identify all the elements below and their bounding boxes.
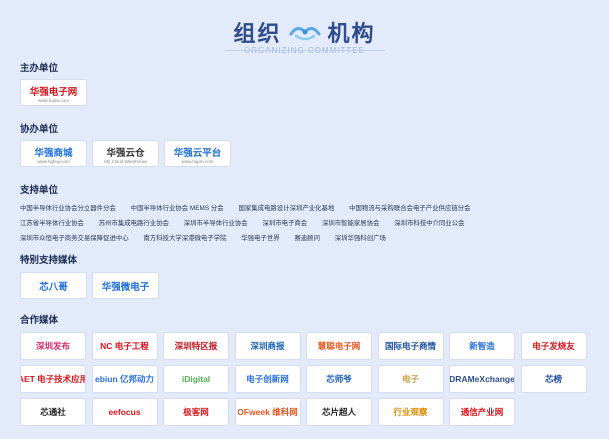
media-logo[interactable]: 新智造 bbox=[449, 332, 515, 360]
section-title-co-host: 协办单位 bbox=[20, 124, 59, 135]
media-logo[interactable]: iDigital bbox=[163, 365, 229, 393]
media-logo[interactable]: 电子创新网 bbox=[234, 365, 301, 393]
section-title-support: 支持单位 bbox=[20, 185, 59, 196]
media-logo[interactable]: 深圳商报 bbox=[234, 332, 301, 360]
logo-text: OFweek 维科网 bbox=[237, 407, 298, 417]
logo-text: 芯榜 bbox=[544, 374, 562, 384]
logo-text: 国际电子商情 bbox=[384, 341, 436, 351]
media-logo[interactable]: 电子发烧友 bbox=[520, 332, 587, 360]
media-logo[interactable]: eefocus bbox=[91, 398, 158, 426]
page-header: 组织 机构 ORGANIZING COMMITTEE bbox=[0, 14, 609, 55]
support-unit: 华强电子世界 bbox=[241, 235, 280, 242]
support-row-3: 深圳市众恒电子商务交易保障促进中心 南方科技大学深港微电子学院 华强电子世界 赛… bbox=[20, 233, 600, 242]
media-logo[interactable]: NC 电子工程 bbox=[91, 332, 158, 360]
logo-text: 芯师爷 bbox=[326, 374, 352, 384]
organizing-committee-page: 组织 机构 ORGANIZING COMMITTEE 主办单位 协办单位 支持单… bbox=[0, 0, 609, 439]
logo-text: NC 电子工程 bbox=[100, 341, 149, 351]
logo-text: 芯八哥 bbox=[39, 281, 68, 293]
support-unit: 中国半导体行业协会分立器件分会 bbox=[20, 205, 116, 212]
title-left: 组织 bbox=[233, 21, 282, 46]
logo-text: ebiun 亿邦动力 bbox=[94, 374, 155, 384]
co-host-logo-hq-cloud-warehouse[interactable]: 华强云仓 HQ Cloud Warehouse bbox=[92, 140, 159, 167]
logo-text: 电子发烧友 bbox=[532, 341, 575, 351]
co-host-logo-hqpm[interactable]: 华强云平台 www.hqpm.com bbox=[164, 140, 231, 167]
support-unit: 深圳市半导体行业协会 bbox=[183, 220, 248, 227]
section-title-host: 主办单位 bbox=[20, 63, 59, 74]
special-media-logo-xinbage[interactable]: 芯八哥 bbox=[20, 272, 87, 299]
media-logo[interactable]: DRAMeXchange bbox=[449, 365, 515, 393]
support-unit: 国家集成电路设计深圳产业化基地 bbox=[238, 205, 335, 212]
media-logo[interactable]: 芯师爷 bbox=[306, 365, 372, 393]
co-host-logo-hqbuy[interactable]: 华强商城 www.hqbuy.com bbox=[20, 140, 87, 167]
media-logo[interactable]: AET 电子技术应用 bbox=[20, 365, 86, 393]
media-logo[interactable]: 深圳发布 bbox=[20, 332, 86, 360]
media-logo[interactable]: 电子 bbox=[377, 365, 444, 393]
logo-text: 慧聪电子网 bbox=[317, 341, 361, 351]
logo-text: 极客网 bbox=[183, 407, 209, 417]
logo-text: 深圳特区报 bbox=[174, 341, 218, 351]
logo-text: 华强云平台 bbox=[173, 147, 222, 159]
media-logo[interactable]: OFweek 维科网 bbox=[234, 398, 301, 426]
logo-text: 电子 bbox=[401, 374, 419, 384]
logo-subtext: www.hqew.com bbox=[37, 98, 69, 103]
section-title-special-media: 特别支持媒体 bbox=[20, 255, 78, 266]
media-logo[interactable]: 深圳特区报 bbox=[163, 332, 229, 360]
host-logo-hqew[interactable]: 华强电子网 www.hqew.com bbox=[20, 79, 87, 106]
section-title-media: 合作媒体 bbox=[20, 315, 59, 326]
media-logo[interactable]: 芯榜 bbox=[520, 365, 587, 393]
media-logo[interactable]: 芯通社 bbox=[20, 398, 86, 426]
logo-text: 行业观察 bbox=[393, 407, 428, 417]
logo-text: 华强商城 bbox=[34, 147, 73, 159]
header-divider bbox=[225, 50, 385, 51]
support-unit: 深圳市众恒电子商务交易保障促进中心 bbox=[20, 235, 129, 242]
support-unit: 深圳市电子商会 bbox=[262, 220, 308, 227]
logo-text: 芯通社 bbox=[40, 407, 66, 417]
logo-text: 通信产业网 bbox=[460, 407, 504, 417]
logo-text: 新智造 bbox=[469, 341, 495, 351]
logo-text: AET 电子技术应用 bbox=[20, 374, 86, 384]
support-unit: 中国物流与采购联合会电子产业供应链分会 bbox=[349, 205, 471, 212]
media-logo[interactable]: ebiun 亿邦动力 bbox=[91, 365, 158, 393]
support-row-1: 中国半导体行业协会分立器件分会 中国半导体行业协会 MEMS 分会 国家集成电路… bbox=[20, 203, 600, 212]
support-unit: 南方科技大学深港微电子学院 bbox=[143, 235, 227, 242]
special-media-logo-hq-microelectronics[interactable]: 华强微电子 bbox=[92, 272, 159, 299]
logo-subtext: HQ Cloud Warehouse bbox=[103, 159, 148, 164]
support-unit: 深圳华强科创广场 bbox=[334, 235, 386, 242]
page-title: 组织 机构 bbox=[0, 14, 609, 50]
media-logo[interactable]: 极客网 bbox=[163, 398, 229, 426]
media-logo[interactable]: 行业观察 bbox=[377, 398, 444, 426]
logo-text: 芯片超人 bbox=[321, 407, 356, 417]
handshake-icon bbox=[289, 27, 320, 41]
logo-subtext: www.hqbuy.com bbox=[37, 159, 70, 164]
media-logo[interactable]: 通信产业网 bbox=[449, 398, 515, 426]
logo-text: 华强云仓 bbox=[106, 147, 145, 159]
support-unit: 江苏省半导体行业协会 bbox=[20, 220, 84, 227]
logo-text: DRAMeXchange bbox=[449, 374, 515, 384]
media-logo[interactable]: 慧聪电子网 bbox=[306, 332, 372, 360]
media-logo[interactable]: 芯片超人 bbox=[306, 398, 372, 426]
support-unit: 中国半导体行业协会 MEMS 分会 bbox=[130, 205, 224, 212]
logo-text: 华强电子网 bbox=[29, 86, 78, 98]
logo-text: 深圳商报 bbox=[250, 341, 285, 351]
support-unit: 深圳市智能家居协会 bbox=[321, 220, 380, 227]
support-unit: 深圳市科技中介同业公会 bbox=[394, 220, 465, 227]
title-right: 机构 bbox=[327, 21, 376, 46]
logo-text: iDigital bbox=[181, 374, 211, 384]
logo-text: 电子创新网 bbox=[246, 374, 289, 384]
logo-text: eefocus bbox=[108, 407, 141, 417]
logo-subtext: www.hqpm.com bbox=[181, 159, 214, 164]
logo-text: 深圳发布 bbox=[35, 341, 70, 351]
media-logo[interactable]: 国际电子商情 bbox=[377, 332, 444, 360]
support-unit: 赛迪顾问 bbox=[294, 235, 320, 242]
support-unit: 苏州市集成电路行业协会 bbox=[98, 220, 169, 227]
logo-text: 华强微电子 bbox=[101, 281, 150, 293]
support-row-2: 江苏省半导体行业协会 苏州市集成电路行业协会 深圳市半导体行业协会 深圳市电子商… bbox=[20, 218, 600, 227]
